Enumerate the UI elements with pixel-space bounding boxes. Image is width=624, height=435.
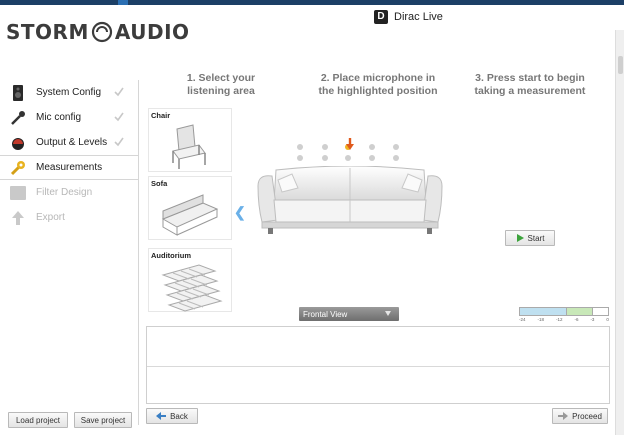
- sofa-icon: [161, 194, 219, 236]
- results-divider: [147, 366, 609, 367]
- meter-tick: -6: [574, 317, 579, 322]
- back-label: Back: [170, 411, 188, 421]
- sidebar-item-export: Export: [0, 205, 138, 230]
- save-project-label: Save project: [80, 415, 126, 425]
- scrollbar-thumb[interactable]: [618, 56, 623, 74]
- mic-position-dot: [369, 155, 375, 161]
- sofa-illustration: [257, 166, 443, 234]
- mic-position-dot: [345, 155, 351, 161]
- back-button[interactable]: Back: [146, 408, 198, 424]
- mic-position-dot: [297, 155, 303, 161]
- level-meter-white-band: [593, 307, 609, 316]
- mic-position-dot: [322, 155, 328, 161]
- proceed-label: Proceed: [572, 411, 602, 421]
- export-icon: [10, 210, 26, 226]
- measurement-results-panel: [146, 326, 610, 404]
- storm-audio-logo: STORM AUDIO: [6, 18, 190, 46]
- level-meter-green-band: [567, 307, 593, 316]
- dirac-live-brand: D Dirac Live: [374, 10, 443, 24]
- sidebar-item-label: Filter Design: [36, 187, 93, 198]
- mic-position-arrow-icon: [346, 138, 354, 150]
- sidebar-item-measurements[interactable]: Measurements: [0, 155, 138, 180]
- mic-position-dot: [297, 144, 303, 150]
- mic-position-dot: [393, 144, 399, 150]
- meter-tick: -18: [537, 317, 544, 322]
- sidebar-divider: [138, 80, 139, 425]
- meter-tick: -12: [555, 317, 563, 322]
- levels-icon: [10, 135, 26, 151]
- dirac-logo-icon: D: [374, 10, 388, 24]
- sidebar-item-mic-config[interactable]: Mic config: [0, 105, 138, 130]
- proceed-button[interactable]: Proceed: [552, 408, 608, 424]
- sidebar-item-system-config[interactable]: System Config: [0, 80, 138, 105]
- step-2-line-2: the highlighted position: [318, 85, 438, 97]
- check-icon: [114, 112, 124, 122]
- sidebar: System Config Mic config Output & Levels…: [0, 80, 138, 230]
- area-card-auditorium[interactable]: Auditorium: [148, 248, 232, 312]
- step-1-line-1: 1. Select your: [186, 72, 256, 84]
- check-icon: [114, 87, 124, 97]
- level-meter-blue-band: [519, 307, 567, 316]
- auditorium-icon: [161, 264, 223, 312]
- start-measurement-button[interactable]: Start: [505, 230, 555, 246]
- sidebar-item-label: Export: [36, 212, 65, 223]
- area-card-chair[interactable]: Chair: [148, 108, 232, 172]
- area-label: Sofa: [151, 179, 168, 188]
- level-meter: -24 -18 -12 -6 -3 0: [519, 307, 609, 322]
- area-card-sofa[interactable]: Sofa: [148, 176, 232, 240]
- step-1-instruction: 1. Select your listening area: [166, 72, 276, 98]
- mic-position-dot: [393, 155, 399, 161]
- sidebar-item-filter-design: Filter Design: [0, 180, 138, 205]
- view-select-value: Frontal View: [303, 309, 348, 319]
- step-3-line-2: taking a measurement: [474, 85, 586, 97]
- play-icon: [516, 234, 524, 242]
- arrow-left-icon: [156, 412, 167, 420]
- microphone-icon: [10, 110, 26, 126]
- mic-position-dot: [322, 144, 328, 150]
- check-icon: [114, 137, 124, 147]
- logo-ring-icon: [91, 21, 112, 43]
- dirac-live-label: Dirac Live: [394, 11, 443, 23]
- meter-tick: -24: [519, 317, 526, 322]
- filter-icon: [10, 185, 26, 201]
- measurement-icon: [10, 160, 26, 176]
- sidebar-item-label: Mic config: [36, 112, 82, 123]
- sidebar-item-label: Measurements: [36, 162, 103, 173]
- load-project-button[interactable]: Load project: [8, 412, 68, 428]
- start-label: Start: [527, 233, 545, 243]
- top-bar-accent: [118, 0, 128, 5]
- speaker-icon: [10, 84, 26, 101]
- chevron-down-icon: [385, 311, 391, 316]
- step-1-line-2: listening area: [187, 85, 255, 97]
- logo-word-storm: STORM: [6, 20, 89, 44]
- chair-icon: [172, 124, 206, 169]
- area-label: Auditorium: [151, 251, 191, 260]
- meter-tick: 0: [606, 317, 609, 322]
- vertical-scrollbar[interactable]: [615, 30, 624, 435]
- sidebar-item-label: Output & Levels: [36, 137, 108, 148]
- sidebar-item-output-levels[interactable]: Output & Levels: [0, 130, 138, 155]
- logo-word-audio: AUDIO: [114, 20, 190, 44]
- area-label: Chair: [151, 111, 171, 120]
- mic-position-dot: [369, 144, 375, 150]
- sidebar-item-label: System Config: [36, 87, 102, 98]
- view-select-dropdown[interactable]: Frontal View: [299, 307, 399, 321]
- step-3-instruction: 3. Press start to begin taking a measure…: [460, 72, 600, 98]
- selected-area-chevron-icon: ❮: [234, 204, 246, 220]
- level-meter-ticks: -24 -18 -12 -6 -3 0: [519, 317, 609, 322]
- arrow-right-icon: [558, 412, 569, 420]
- step-3-line-1: 3. Press start to begin: [475, 72, 585, 84]
- meter-tick: -3: [590, 317, 595, 322]
- load-project-label: Load project: [15, 415, 61, 425]
- top-bar: [0, 0, 624, 5]
- save-project-button[interactable]: Save project: [74, 412, 132, 428]
- step-2-instruction: 2. Place microphone in the highlighted p…: [298, 72, 458, 98]
- step-2-line-1: 2. Place microphone in: [320, 72, 436, 84]
